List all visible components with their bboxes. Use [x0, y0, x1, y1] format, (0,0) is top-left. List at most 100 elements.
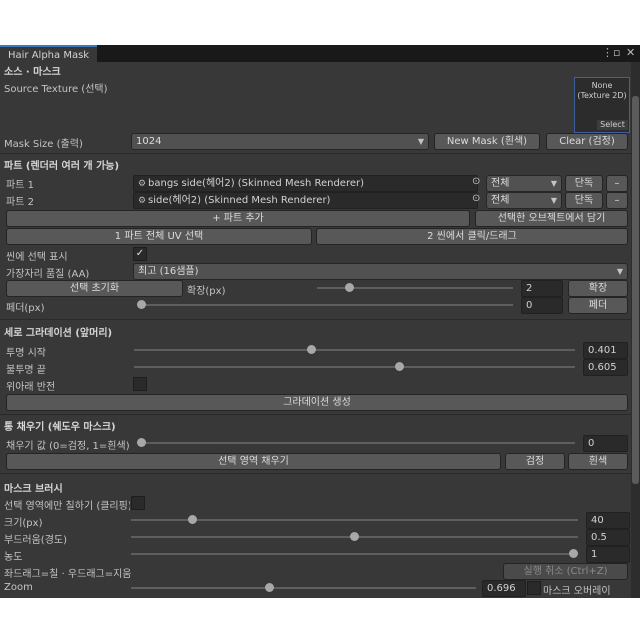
density-slider-handle[interactable] [569, 549, 578, 558]
opaque-end-slider-track[interactable] [134, 366, 575, 368]
brush-size-value-field[interactable]: 40 [586, 512, 630, 529]
opaque-end-slider-handle[interactable] [395, 362, 405, 371]
skinned-mesh-icon: ⚙ [138, 196, 147, 206]
paint-selection-only-checkbox[interactable] [131, 496, 145, 510]
mask-size-dropdown[interactable]: 1024 ▼ [131, 133, 429, 150]
part-2-scope-value: 전체 [491, 195, 510, 206]
flip-vertical-label: 위아래 반전 [6, 382, 56, 393]
part-2-remove-button[interactable]: – [606, 192, 628, 209]
opaque-end-value-field[interactable]: 0.605 [583, 359, 628, 376]
show-selection-checkbox[interactable]: ✓ [133, 247, 147, 261]
fill-value-field[interactable]: 0 [583, 435, 628, 452]
transparent-start-slider-track[interactable] [134, 349, 575, 351]
zoom-label: Zoom [4, 582, 33, 593]
part-2-object-value: side(헤어2) (Skinned Mesh Renderer) [148, 195, 331, 206]
reset-selection-button[interactable]: 선택 초기화 [6, 280, 183, 297]
brush-section-header: 마스크 브러시 [4, 484, 63, 495]
section-divider [0, 414, 632, 415]
mask-overlay-label: 마스크 오버레이 [543, 586, 611, 597]
fill-value-label: 채우기 값 (0=검정, 1=흰색) [6, 441, 130, 452]
window-tab[interactable]: Hair Alpha Mask [0, 45, 98, 62]
select-all-uv-button[interactable]: 1 파트 전체 UV 선택 [6, 228, 312, 245]
part-1-object-field[interactable]: ⚙ bangs side(헤어2) (Skinned Mesh Renderer) [133, 175, 478, 192]
zoom-value-field[interactable]: 0.696 [482, 580, 526, 597]
zoom-slider-track[interactable] [131, 587, 476, 589]
edge-quality-label: 가장자리 품질 (AA) [6, 269, 90, 280]
section-divider [0, 473, 632, 474]
texture-select-button[interactable]: Select [597, 120, 628, 130]
clear-mask-button[interactable]: Clear (검정) [546, 133, 628, 150]
part-1-label: 파트 1 [6, 180, 34, 191]
part-1-remove-button[interactable]: – [606, 175, 628, 192]
add-part-button[interactable]: + 파트 추가 [6, 210, 470, 227]
load-from-selected-button[interactable]: 선택한 오브젝트에서 담기 [475, 210, 628, 227]
fill-white-button[interactable]: 흰색 [568, 453, 628, 470]
transparent-start-value-field[interactable]: 0.401 [583, 342, 628, 359]
feather-label: 페더(px) [6, 303, 45, 314]
feather-slider-track[interactable] [137, 304, 513, 306]
texture-none-label: None [591, 81, 613, 90]
density-value-field[interactable]: 1 [586, 546, 630, 563]
zoom-slider-handle[interactable] [265, 583, 275, 592]
flip-vertical-checkbox[interactable] [133, 377, 147, 391]
scene-click-drag-button[interactable]: 2 씬에서 클릭/드래그 [316, 228, 628, 245]
expand-label: 확장(px) [187, 286, 226, 297]
density-slider-track[interactable] [131, 553, 578, 555]
hair-alpha-mask-window: Hair Alpha Mask ⋮ ▫ ✕ 소스 · 마스크 Source Te… [0, 45, 640, 598]
transparent-start-slider-handle[interactable] [307, 345, 317, 354]
softness-value-field[interactable]: 0.5 [586, 529, 630, 546]
skinned-mesh-icon: ⚙ [138, 179, 147, 189]
edge-quality-dropdown[interactable]: 최고 (16샘플) ▼ [133, 263, 628, 280]
fill-section-header: 통 채우기 (쉐도우 마스크) [4, 422, 116, 433]
source-texture-slot[interactable]: None (Texture 2D) Select [574, 77, 630, 133]
feather-slider-handle[interactable] [137, 300, 146, 309]
edge-quality-value: 최고 (16샘플) [138, 266, 199, 277]
object-picker-icon[interactable]: ⊙ [472, 176, 480, 187]
softness-label: 부드러움(경도) [4, 535, 68, 546]
fill-value-slider-track[interactable] [137, 442, 575, 444]
chevron-down-icon: ▼ [550, 179, 557, 188]
close-icon[interactable]: ✕ [626, 46, 635, 60]
mask-size-label: Mask Size (출력) [4, 139, 83, 150]
undo-button[interactable]: 실행 취소 (Ctrl+Z) [503, 563, 628, 580]
maximize-icon[interactable]: ▫ [613, 46, 620, 60]
transparent-start-label: 투명 시작 [6, 348, 46, 359]
mask-size-value: 1024 [136, 136, 162, 147]
part-1-solo-button[interactable]: 단독 [565, 175, 603, 192]
feather-button[interactable]: 페더 [568, 297, 628, 314]
vertical-scrollbar[interactable] [631, 62, 640, 598]
gradient-section-header: 세로 그라데이션 (앞머리) [4, 328, 113, 339]
brush-size-slider-track[interactable] [131, 519, 578, 521]
softness-slider-handle[interactable] [350, 532, 359, 541]
feather-value-field[interactable]: 0 [521, 297, 563, 314]
part-1-scope-value: 전체 [491, 178, 510, 189]
part-1-scope-dropdown[interactable]: 전체 ▼ [486, 175, 562, 192]
expand-value-field[interactable]: 2 [521, 280, 563, 297]
object-picker-icon[interactable]: ⊙ [472, 193, 480, 204]
part-2-object-field[interactable]: ⚙ side(헤어2) (Skinned Mesh Renderer) [133, 192, 478, 209]
expand-slider-handle[interactable] [345, 283, 355, 292]
part-2-solo-button[interactable]: 단독 [565, 192, 603, 209]
window-titlebar: Hair Alpha Mask ⋮ ▫ ✕ [0, 45, 640, 62]
paint-selection-only-label: 선택 영역에만 칠하기 (클리핑) [4, 501, 130, 512]
expand-button[interactable]: 확장 [568, 280, 628, 297]
brush-hint-label: 좌드래그=칠 · 우드래그=지움 [4, 569, 132, 580]
part-2-label: 파트 2 [6, 197, 34, 208]
scrollbar-thumb[interactable] [632, 96, 639, 484]
chevron-down-icon: ▼ [417, 137, 424, 146]
parts-section-header: 파트 (렌더러 여러 개 가능) [4, 161, 120, 172]
mask-overlay-checkbox[interactable] [527, 581, 541, 595]
checkmark-icon: ✓ [135, 248, 145, 259]
chevron-down-icon: ▼ [550, 196, 557, 205]
part-1-object-value: bangs side(헤어2) (Skinned Mesh Renderer) [148, 178, 365, 189]
new-mask-button[interactable]: New Mask (흰색) [434, 133, 540, 150]
fill-value-slider-handle[interactable] [137, 438, 146, 447]
fill-black-button[interactable]: 검정 [505, 453, 565, 470]
part-2-scope-dropdown[interactable]: 전체 ▼ [486, 192, 562, 209]
brush-size-slider-handle[interactable] [187, 515, 197, 524]
kebab-menu-icon[interactable]: ⋮ [602, 46, 613, 60]
fill-selection-button[interactable]: 선택 영역 채우기 [6, 453, 501, 470]
generate-gradient-button[interactable]: 그라데이션 생성 [6, 394, 628, 411]
show-selection-label: 씬에 선택 표시 [6, 252, 68, 263]
source-texture-label: Source Texture (선택) [4, 84, 108, 95]
